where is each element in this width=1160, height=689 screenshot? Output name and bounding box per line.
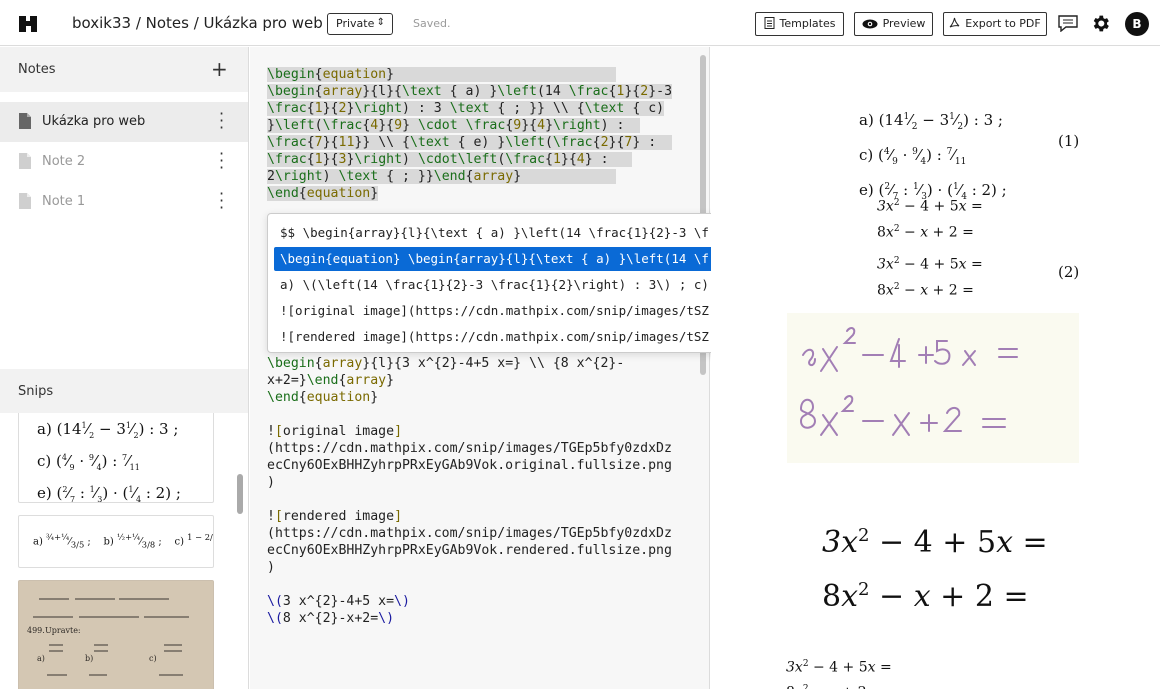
rendered-url-line-2: ecCny6OExBHHZyhrpPRxEyGAb9Vok.rendered.f… (267, 543, 672, 558)
sidebar: Notes + Ukázka pro web · · · Note 2 · · · No… (0, 47, 249, 689)
templates-button[interactable]: Templates (755, 12, 844, 36)
export-label: Export to PDF (965, 17, 1041, 30)
avatar[interactable]: B (1125, 12, 1149, 36)
notes-title: Notes (18, 62, 56, 77)
markdown-editor[interactable]: \begin{equation} \begin{array}{l}{\text … (250, 47, 710, 689)
snip-card[interactable]: a) ¾+¼⁄3/5 ; b) ½+¼⁄3/8 ; c) 1 − 2/5⁄2 −… (18, 515, 214, 568)
snip-card[interactable]: a) (141⁄2 − 31⁄2) : 3 ; c) (4⁄9 · 9⁄4) :… (18, 413, 214, 503)
equation-number-1: (1) (1058, 132, 1080, 150)
file-icon (19, 193, 31, 209)
note-label: Ukázka pro web (42, 114, 146, 129)
snip-math-image: a) ¾+¼⁄3/5 ; b) ½+¼⁄3/8 ; c) 1 − 2/5⁄2 −… (33, 532, 213, 550)
svg-text:b): b) (85, 654, 93, 663)
snips-header: Snips (0, 369, 248, 413)
svg-text:a): a) (37, 654, 45, 663)
svg-text:499.: 499. (27, 626, 45, 635)
svg-text:Upravte:: Upravte: (45, 626, 81, 635)
rendered-equation-2: 3x2 − 4 + 5x = 8x2 − x + 2 = (877, 256, 983, 299)
equation-number-2: (2) (1058, 263, 1080, 281)
eye-icon (862, 19, 878, 29)
chat-icon[interactable] (1057, 14, 1079, 32)
preview-pane: a) (141⁄2 − 31⁄2) : 3 ; c) (4⁄9 · 9⁄4) :… (711, 47, 1160, 689)
add-note-button[interactable]: + (211, 57, 228, 81)
note-item[interactable]: Note 1 · · · (0, 182, 248, 222)
editor-rendered-image-link[interactable]: ![rendered image] (https://cdn.mathpix.c… (267, 508, 672, 576)
preview-label: Preview (882, 17, 926, 30)
original-url-line-2: ecCny6OExBHHZyhrpPRxEyGAb9Vok.original.f… (267, 458, 672, 473)
editor-selected-block[interactable]: \begin{equation} \begin{array}{l}{\text … (267, 66, 673, 202)
mathpix-logo[interactable] (17, 12, 39, 34)
snips-list: a) (141⁄2 − 31⁄2) : 3 ; c) (4⁄9 · 9⁄4) :… (0, 413, 248, 689)
rendered-equation-array: 3x2 − 4 + 5x = 8x2 − x + 2 = (877, 198, 983, 241)
snips-title: Snips (18, 384, 54, 399)
more-options-icon[interactable]: · · · (219, 146, 224, 176)
privacy-select[interactable]: Private ⇕ (327, 13, 393, 35)
editor-inline-math[interactable]: \(3 x^{2}-4+5 x=\) \(8 x^{2}-x+2=\) (267, 593, 410, 627)
save-status: Saved. (413, 17, 451, 30)
updown-chevron-icon: ⇕ (376, 17, 385, 28)
snip-math-image: a) (141⁄2 − 31⁄2) : 3 ; c) (4⁄9 · 9⁄4) :… (37, 420, 181, 503)
templates-label: Templates (779, 17, 836, 30)
original-image (787, 313, 1079, 463)
gear-icon[interactable] (1090, 13, 1111, 34)
note-label: Note 2 (42, 154, 86, 169)
rendered-url-line-1: (https://cdn.mathpix.com/snip/images/TGE… (267, 526, 672, 541)
file-icon (19, 153, 31, 169)
document-icon (764, 17, 775, 29)
more-options-icon[interactable]: · · · (219, 106, 224, 136)
textbook-photo-image: 499. Upravte: a) b) c) (19, 581, 213, 689)
original-url-line-1: (https://cdn.mathpix.com/snip/images/TGE… (267, 441, 672, 456)
svg-text:c): c) (149, 654, 157, 663)
export-pdf-button[interactable]: Export to PDF (943, 12, 1047, 36)
note-label: Note 1 (42, 194, 86, 209)
snips-scrollbar[interactable] (237, 474, 243, 514)
file-icon (19, 113, 31, 129)
note-item[interactable]: Note 2 · · · (0, 142, 248, 182)
notes-header: Notes + (0, 47, 248, 92)
more-options-icon[interactable]: · · · (219, 186, 224, 216)
editor-equation-block[interactable]: \begin{array}{l}{3 x^{2}-4+5 x=} \\ {8 x… (267, 355, 624, 406)
preview-button[interactable]: Preview (854, 12, 933, 36)
pdf-icon (949, 17, 960, 28)
snip-photo[interactable]: 499. Upravte: a) b) c) (18, 580, 214, 689)
rendered-image: 3x2 − 4 + 5x = 8x2 − x + 2 = (822, 525, 1048, 614)
editor-original-image-link[interactable]: ![original image] (https://cdn.mathpix.c… (267, 423, 672, 491)
note-item[interactable]: Ukázka pro web · · · (0, 102, 248, 142)
rendered-inline-math: 3x2 − 4 + 5x = 8x2 − x + 2 = (786, 659, 892, 689)
privacy-label: Private (336, 17, 375, 30)
breadcrumb[interactable]: boxik33 / Notes / Ukázka pro web (72, 14, 323, 32)
top-bar: boxik33 / Notes / Ukázka pro web Private… (0, 0, 1160, 46)
